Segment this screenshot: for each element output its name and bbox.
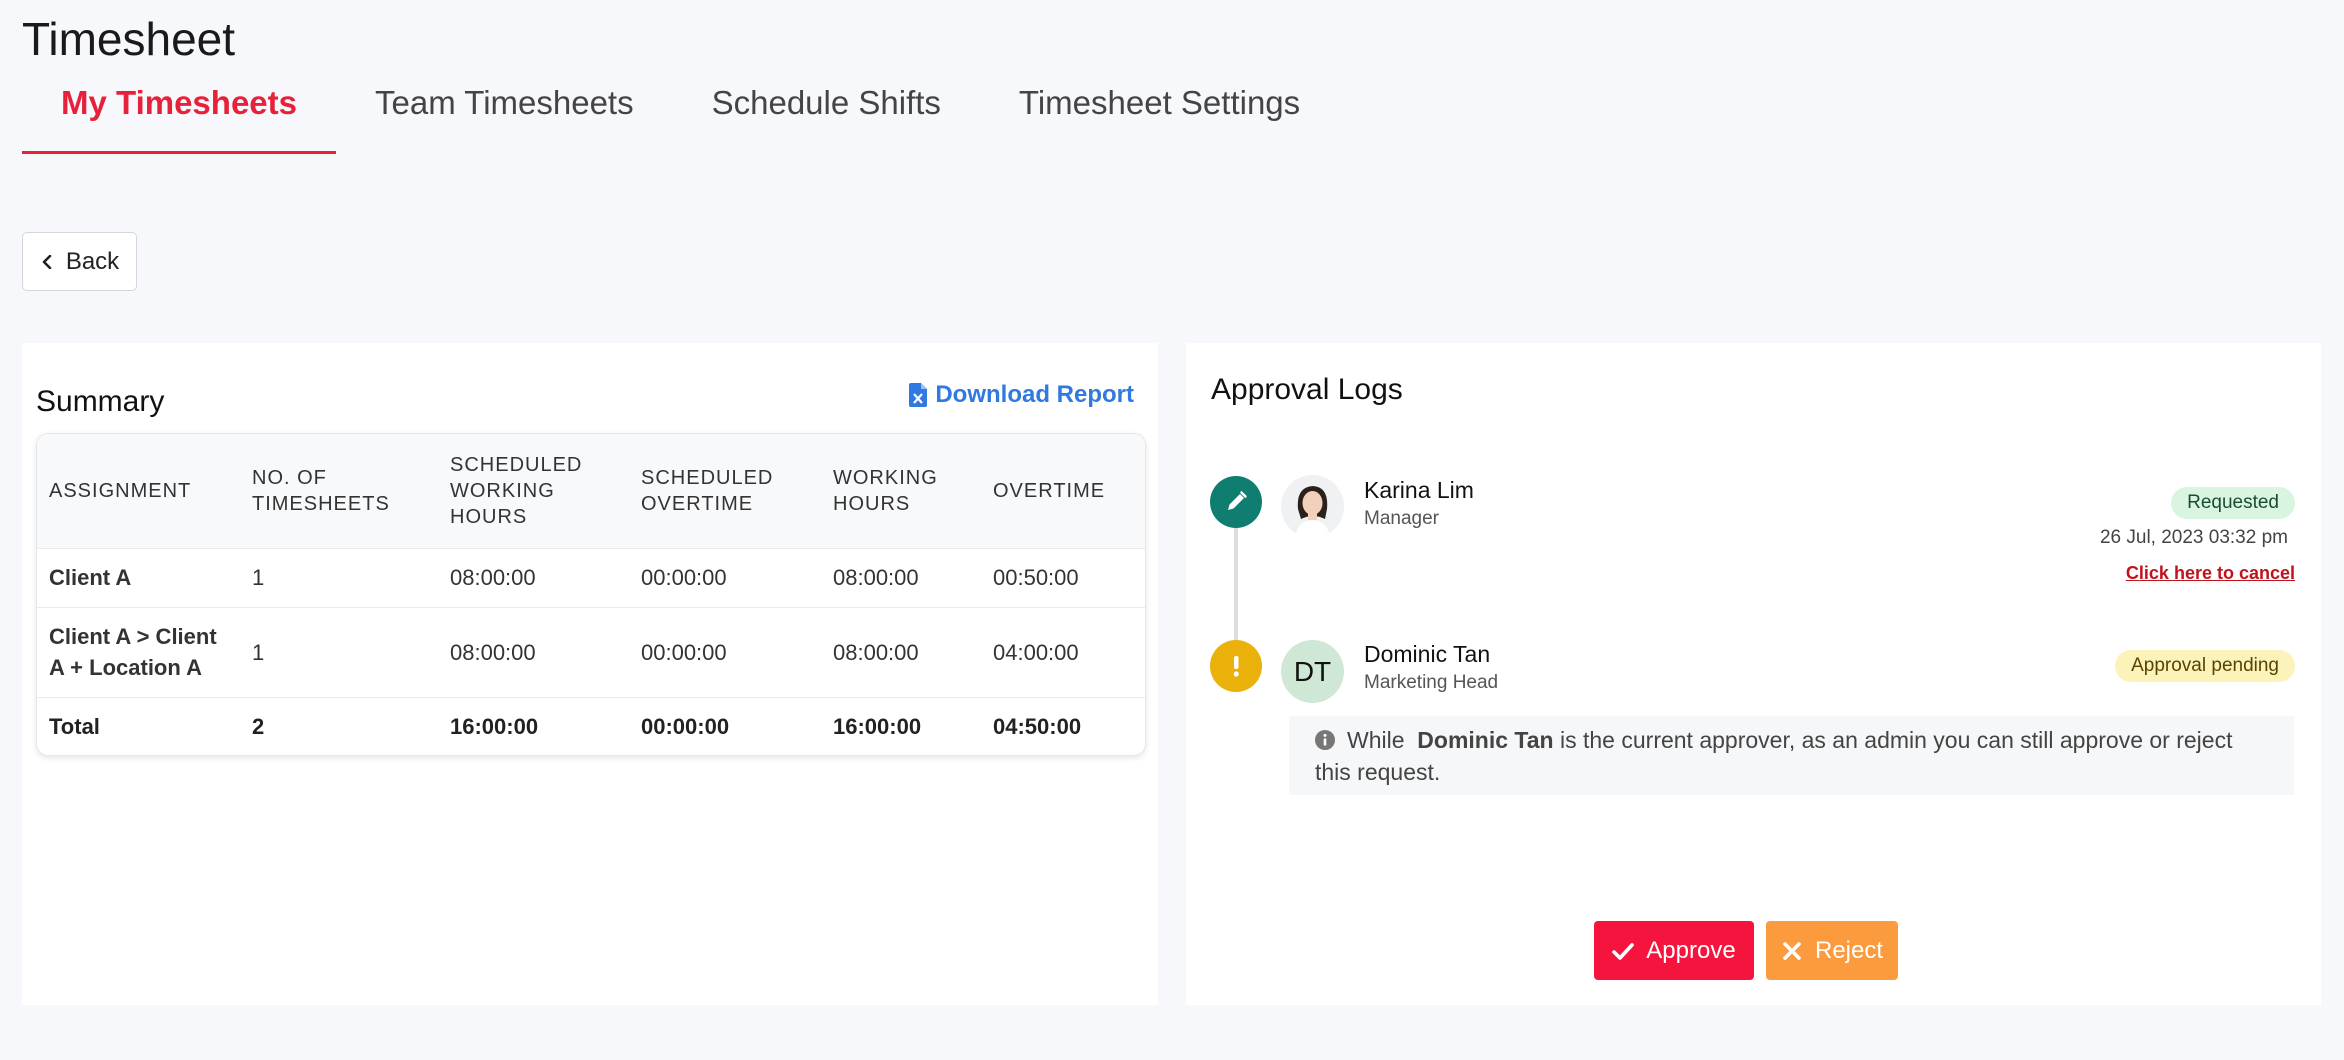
approver-role: Marketing Head [1364,672,1499,693]
summary-table: ASSIGNMENT NO. OF TIMESHEETS SCHEDULED W… [36,433,1146,756]
column-header: OVERTIME [993,479,1106,502]
reject-label: Reject [1814,936,1884,964]
table-header-row: ASSIGNMENT NO. OF TIMESHEETS SCHEDULED W… [37,434,1145,548]
table-row: Client A 1 08:00:00 00:00:00 08:00:00 00… [37,547,1145,607]
status-badge: Approval pending [2115,650,2295,682]
cell-scheduled-overtime: 00:00:00 [629,547,821,607]
excel-file-icon [909,383,928,407]
cell-working-hours: 08:00:00 [821,606,981,697]
cell-assignment: Client A > Client A + Location A [37,606,240,697]
admin-info-notice: While Dominic Tan is the current approve… [1289,716,2294,795]
cell-overtime: 04:00:00 [981,606,1145,697]
tab-team-timesheets[interactable]: Team Timesheets [336,78,673,154]
table-total-row: Total 2 16:00:00 00:00:00 16:00:00 04:50… [37,696,1145,755]
cell-total-scheduled-working-hours: 16:00:00 [438,696,629,755]
cell-timesheets: 1 [240,547,438,607]
column-header: SCHEDULED OVERTIME [641,466,774,515]
avatar [1281,475,1344,538]
reject-button[interactable]: Reject [1766,921,1898,980]
cell-total-scheduled-overtime: 00:00:00 [629,696,821,755]
summary-title: Summary [36,385,165,418]
approver-name: Karina Lim [1364,477,1474,503]
log-timestamp: 26 Jul, 2023 03:32 pm [2099,527,2288,548]
info-icon [1315,730,1335,750]
column-header: NO. OF TIMESHEETS [252,466,390,515]
pencil-icon [1210,476,1262,528]
cell-overtime: 00:50:00 [981,547,1145,607]
column-header: SCHEDULED WORKING HOURS [450,453,583,528]
chevron-left-icon [42,254,52,269]
info-prefix: While [1347,727,1405,753]
tab-schedule-shifts[interactable]: Schedule Shifts [673,78,980,154]
cell-scheduled-working-hours: 08:00:00 [438,547,629,607]
status-badge: Requested [2171,487,2295,519]
download-report-link[interactable]: Download Report [909,381,1134,409]
cell-total-timesheets: 2 [240,696,438,755]
tab-bar: My Timesheets Team Timesheets Schedule S… [22,78,1339,154]
exclamation-icon [1210,640,1262,692]
approval-logs-title: Approval Logs [1211,373,1403,406]
cell-timesheets: 1 [240,606,438,697]
check-icon [1612,942,1635,960]
tab-timesheet-settings[interactable]: Timesheet Settings [980,78,1339,154]
avatar: DT [1281,640,1344,703]
cell-total-label: Total [37,696,240,755]
info-approver-name: Dominic Tan [1417,727,1554,753]
cell-assignment: Client A [37,547,240,607]
cell-total-working-hours: 16:00:00 [821,696,981,755]
tab-my-timesheets[interactable]: My Timesheets [22,78,336,154]
table-row: Client A > Client A + Location A 1 08:00… [37,606,1145,697]
approver-role: Manager [1364,508,1439,529]
summary-panel: Summary Download Report ASSIGNMENT NO. O… [22,343,1158,1005]
cell-working-hours: 08:00:00 [821,547,981,607]
column-header: ASSIGNMENT [49,479,192,502]
back-label: Back [65,247,120,275]
approval-logs-panel: Approval Logs Karina Lim Manager Request… [1186,343,2321,1005]
approver-name: Dominic Tan [1364,641,1491,667]
cell-total-overtime: 04:50:00 [981,696,1145,755]
cancel-request-link[interactable]: Click here to cancel [2126,563,2295,584]
back-button[interactable]: Back [22,232,137,291]
close-icon [1783,941,1801,960]
cell-scheduled-working-hours: 08:00:00 [438,606,629,697]
approve-label: Approve [1646,936,1736,964]
cell-scheduled-overtime: 00:00:00 [629,606,821,697]
column-header: WORKING HOURS [833,466,938,515]
page-title: Timesheet [22,13,236,65]
approve-button[interactable]: Approve [1594,921,1754,980]
download-report-label: Download Report [935,381,1134,408]
